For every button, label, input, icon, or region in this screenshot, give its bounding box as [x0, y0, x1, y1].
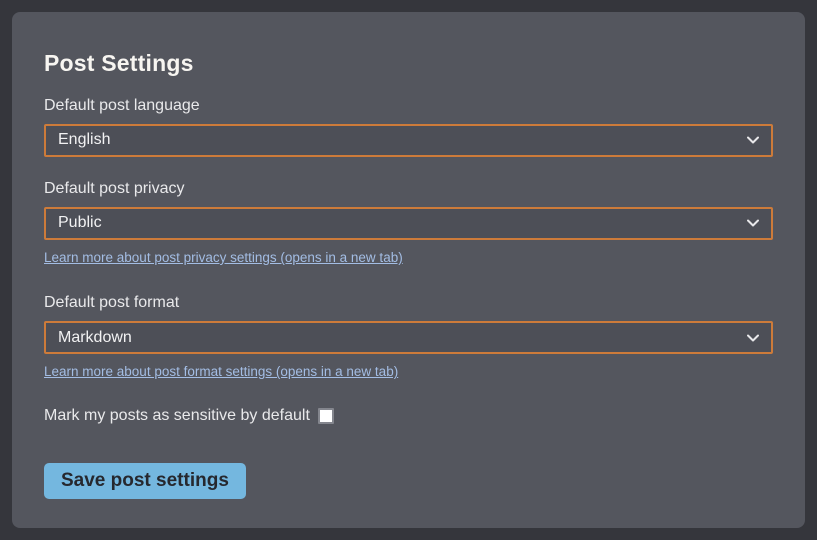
chevron-down-icon — [747, 334, 759, 342]
language-select-value: English — [58, 131, 110, 149]
field-group-language: Default post language English — [44, 96, 773, 157]
chevron-down-icon — [747, 219, 759, 227]
language-label: Default post language — [44, 96, 773, 115]
format-label: Default post format — [44, 293, 773, 312]
format-learn-more-link[interactable]: Learn more about post format settings (o… — [44, 363, 398, 381]
format-select[interactable]: Markdown — [44, 321, 773, 354]
page-title: Post Settings — [44, 50, 773, 78]
save-post-settings-button[interactable]: Save post settings — [44, 463, 246, 499]
chevron-down-icon — [747, 136, 759, 144]
language-select[interactable]: English — [44, 124, 773, 157]
format-select-value: Markdown — [58, 329, 132, 347]
field-group-format: Default post format Markdown Learn more … — [44, 293, 773, 381]
sensitive-checkbox[interactable] — [318, 408, 334, 424]
sensitive-label: Mark my posts as sensitive by default — [44, 406, 310, 425]
field-group-privacy: Default post privacy Public Learn more a… — [44, 179, 773, 267]
privacy-learn-more-link[interactable]: Learn more about post privacy settings (… — [44, 249, 403, 267]
privacy-label: Default post privacy — [44, 179, 773, 198]
privacy-select-value: Public — [58, 214, 102, 232]
privacy-select[interactable]: Public — [44, 207, 773, 240]
post-settings-panel: Post Settings Default post language Engl… — [12, 12, 805, 528]
sensitive-row: Mark my posts as sensitive by default — [44, 406, 773, 425]
